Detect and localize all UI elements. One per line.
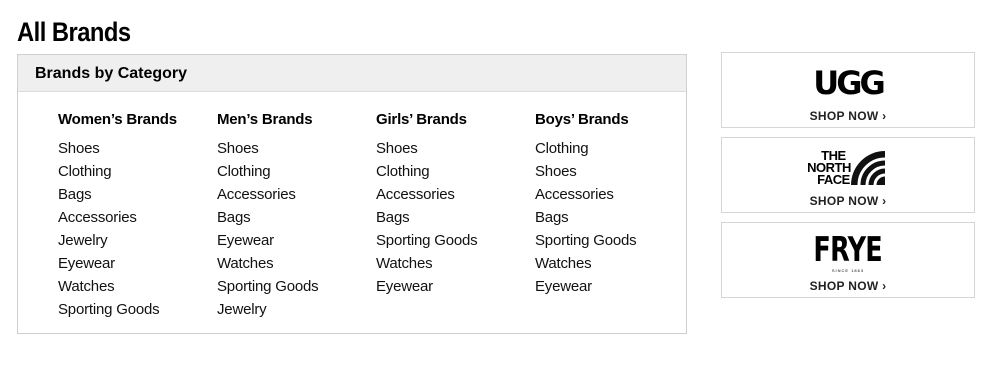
category-link-jewelry[interactable]: Jewelry	[217, 298, 376, 321]
category-link-eyewear[interactable]: Eyewear	[535, 275, 694, 298]
category-link-accessories[interactable]: Accessories	[376, 183, 535, 206]
category-link-watches[interactable]: Watches	[58, 275, 217, 298]
promo-ugg[interactable]: UGG SHOP NOW ›	[721, 52, 975, 128]
category-link-shoes[interactable]: Shoes	[535, 160, 694, 183]
column-heading: Men’s Brands	[217, 111, 313, 128]
category-link-shoes[interactable]: Shoes	[376, 137, 535, 160]
category-link-accessories[interactable]: Accessories	[58, 206, 217, 229]
page-title: All Brands	[17, 17, 131, 47]
category-link-clothing[interactable]: Clothing	[217, 160, 376, 183]
shop-now-link[interactable]: SHOP NOW ›	[722, 279, 974, 293]
category-link-bags[interactable]: Bags	[376, 206, 535, 229]
category-link-eyewear[interactable]: Eyewear	[58, 252, 217, 275]
category-link-eyewear[interactable]: Eyewear	[217, 229, 376, 252]
frye-logo: FRYE SINCE 1863	[813, 230, 883, 273]
the-north-face-logo: THE NORTH FACE	[722, 148, 974, 188]
shop-now-link[interactable]: SHOP NOW ›	[722, 109, 974, 123]
category-link-shoes[interactable]: Shoes	[58, 137, 217, 160]
column-girls-brands: Girls’ Brands Shoes Clothing Accessories…	[376, 111, 535, 321]
category-link-jewelry[interactable]: Jewelry	[58, 229, 217, 252]
column-heading: Boys’ Brands	[535, 111, 629, 128]
promo-frye[interactable]: FRYE SINCE 1863 SHOP NOW ›	[721, 222, 975, 298]
brands-by-category-panel: Brands by Category Women’s Brands Shoes …	[17, 54, 687, 334]
category-columns: Women’s Brands Shoes Clothing Bags Acces…	[58, 111, 694, 321]
category-link-clothing[interactable]: Clothing	[58, 160, 217, 183]
category-link-sporting-goods[interactable]: Sporting Goods	[535, 229, 694, 252]
half-dome-icon	[850, 151, 886, 186]
category-link-sporting-goods[interactable]: Sporting Goods	[217, 275, 376, 298]
category-link-clothing[interactable]: Clothing	[535, 137, 694, 160]
shop-now-link[interactable]: SHOP NOW ›	[722, 194, 974, 208]
category-link-sporting-goods[interactable]: Sporting Goods	[58, 298, 217, 321]
ugg-logo: UGG	[813, 64, 885, 102]
category-link-watches[interactable]: Watches	[376, 252, 535, 275]
category-link-bags[interactable]: Bags	[535, 206, 694, 229]
panel-title: Brands by Category	[18, 55, 686, 92]
column-womens-brands: Women’s Brands Shoes Clothing Bags Acces…	[58, 111, 217, 321]
category-link-bags[interactable]: Bags	[217, 206, 376, 229]
category-link-eyewear[interactable]: Eyewear	[376, 275, 535, 298]
category-link-watches[interactable]: Watches	[535, 252, 694, 275]
category-link-shoes[interactable]: Shoes	[217, 137, 376, 160]
column-mens-brands: Men’s Brands Shoes Clothing Accessories …	[217, 111, 376, 321]
category-link-accessories[interactable]: Accessories	[535, 183, 694, 206]
column-boys-brands: Boys’ Brands Clothing Shoes Accessories …	[535, 111, 694, 321]
category-link-watches[interactable]: Watches	[217, 252, 376, 275]
column-heading: Girls’ Brands	[376, 111, 467, 128]
promo-the-north-face[interactable]: THE NORTH FACE SHOP NOW ›	[721, 137, 975, 213]
category-link-accessories[interactable]: Accessories	[217, 183, 376, 206]
category-link-sporting-goods[interactable]: Sporting Goods	[376, 229, 535, 252]
column-heading: Women’s Brands	[58, 111, 177, 128]
category-link-clothing[interactable]: Clothing	[376, 160, 535, 183]
category-link-bags[interactable]: Bags	[58, 183, 217, 206]
